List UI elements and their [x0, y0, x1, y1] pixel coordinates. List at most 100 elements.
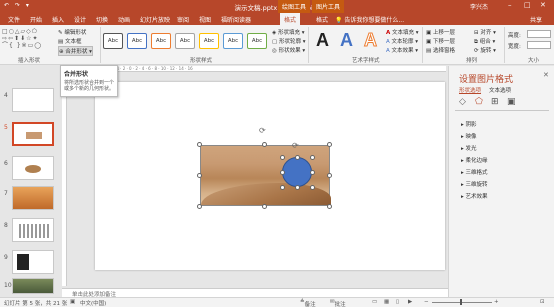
effects-icon[interactable]: ⬠ [475, 97, 483, 107]
section-3d-format[interactable]: ▸ 三维格式 [461, 168, 488, 176]
tab-file[interactable]: 文件 [8, 15, 20, 24]
height-input[interactable] [527, 30, 551, 38]
style-swatch-2[interactable]: Abc [127, 33, 147, 49]
edit-shape-button[interactable]: ✎ 编辑形状 [58, 28, 86, 36]
reading-view-icon[interactable]: ▯ [396, 299, 399, 305]
section-shadow[interactable]: ▸ 阴影 [461, 120, 477, 128]
selection-pane-button[interactable]: ▤ 选择窗格 [426, 46, 455, 54]
slide-thumbnail[interactable] [12, 186, 54, 210]
style-swatch-1[interactable]: Abc [103, 33, 123, 49]
shapes-gallery[interactable]: □○△▱◇⬠ ⇨⇦⬆⬇☆✦ ⌒{ }※▭◯ [2, 28, 54, 54]
tab-view[interactable]: 视图 [199, 15, 211, 24]
wordart-style-orange[interactable]: A [364, 30, 378, 51]
blue-circle-shape[interactable] [282, 157, 312, 187]
zoom-slider[interactable] [432, 302, 492, 303]
tab-transitions[interactable]: 切换 [96, 15, 108, 24]
wordart-style-black[interactable]: A [316, 30, 329, 51]
tab-text-options[interactable]: 文本选项 [489, 86, 511, 94]
section-artistic-effects[interactable]: ▸ 艺术效果 [461, 192, 488, 200]
bring-forward-button[interactable]: ▣ 上移一层 [426, 28, 455, 36]
fit-to-window-icon[interactable]: ⊡ [540, 299, 545, 305]
shape-outline-button[interactable]: ▢ 形状轮廓 ▾ [272, 37, 305, 45]
minimize-icon[interactable]: – [508, 1, 512, 9]
merge-shapes-button[interactable]: ⊕ 合并形状 ▾ [58, 46, 93, 56]
section-reflection[interactable]: ▸ 映像 [461, 132, 477, 140]
slide-thumbnail[interactable] [12, 218, 54, 242]
normal-view-icon[interactable]: ▭ [372, 299, 377, 305]
tab-format-picture[interactable]: 格式 [316, 15, 328, 24]
section-soft-edges[interactable]: ▸ 柔化边缘 [461, 156, 488, 164]
section-glow[interactable]: ▸ 发光 [461, 144, 477, 152]
picture-icon[interactable]: ▣ [507, 97, 516, 107]
zoom-in-icon[interactable]: + [494, 299, 499, 305]
tab-design[interactable]: 设计 [74, 15, 86, 24]
resize-handle[interactable] [295, 185, 300, 190]
style-swatch-7[interactable]: Abc [247, 33, 267, 49]
resize-handle[interactable] [327, 142, 332, 147]
rotate-button[interactable]: ⟳ 旋转 ▾ [474, 46, 496, 54]
text-fill-button[interactable]: A 文本填充 ▾ [386, 28, 419, 36]
resize-handle[interactable] [197, 204, 202, 209]
shape-fill-button[interactable]: ◈ 形状填充 ▾ [272, 28, 305, 36]
resize-handle[interactable] [197, 173, 202, 178]
language-status[interactable]: 中文(中国) [80, 299, 106, 307]
resize-handle[interactable] [327, 173, 332, 178]
tab-shape-options[interactable]: 形状选项 [459, 86, 481, 94]
slide-sorter-icon[interactable]: ▦ [384, 299, 389, 305]
resize-handle[interactable] [280, 185, 285, 190]
resize-handle[interactable] [310, 155, 315, 160]
group-button[interactable]: ⧉ 组合 ▾ [474, 37, 495, 46]
notes-toggle[interactable]: ≙ 备注 [300, 299, 316, 307]
slide-thumbnail[interactable] [12, 250, 54, 274]
resize-handle[interactable] [280, 170, 285, 175]
slide-thumbnail[interactable] [12, 278, 54, 294]
tell-me-search[interactable]: 💡 告诉我你想要做什么... [335, 15, 404, 24]
shape-effects-button[interactable]: ◎ 形状效果 ▾ [272, 46, 305, 54]
style-swatch-3[interactable]: Abc [151, 33, 171, 49]
notes-pane[interactable]: 单击此处添加备注 [62, 288, 448, 298]
rotate-handle-icon[interactable]: ⟳ [259, 126, 266, 135]
slideshow-icon[interactable]: ▶ [408, 299, 412, 305]
align-button[interactable]: ⊟ 对齐 ▾ [474, 28, 496, 36]
tab-slideshow[interactable]: 幻灯片放映 [140, 15, 170, 24]
tab-foxit[interactable]: 福昕阅读器 [221, 15, 251, 24]
share-button[interactable]: 共享 [530, 15, 542, 24]
spellcheck-icon[interactable]: ▣ [70, 299, 75, 305]
comments-toggle[interactable]: ✉ 批注 [330, 299, 346, 307]
send-backward-button[interactable]: ▣ 下移一层 [426, 37, 455, 45]
style-swatch-4[interactable]: Abc [175, 33, 195, 49]
slide-thumbnail-selected[interactable] [12, 122, 54, 146]
resize-handle[interactable] [327, 204, 332, 209]
resize-handle[interactable] [262, 142, 267, 147]
size-properties-icon[interactable]: ⊞ [491, 97, 499, 107]
resize-handle[interactable] [280, 155, 285, 160]
rotate-handle-icon[interactable]: ⟳ [292, 141, 299, 150]
tab-format-drawing[interactable]: 格式 [280, 13, 301, 25]
user-name[interactable]: 李兴杰 [470, 2, 488, 11]
resize-handle[interactable] [310, 170, 315, 175]
close-icon[interactable]: ✕ [543, 71, 549, 79]
zoom-out-icon[interactable]: − [424, 299, 429, 305]
tab-animations[interactable]: 动画 [118, 15, 130, 24]
resize-handle[interactable] [310, 185, 315, 190]
wordart-style-blue[interactable]: A [340, 30, 353, 51]
text-outline-button[interactable]: A 文本轮廓 ▾ [386, 37, 418, 45]
style-swatch-5[interactable]: Abc [199, 33, 219, 49]
slide-thumbnail[interactable] [12, 88, 54, 112]
close-icon[interactable]: ✕ [540, 1, 546, 9]
width-input[interactable] [527, 41, 551, 49]
tab-insert[interactable]: 插入 [52, 15, 64, 24]
textbox-button[interactable]: ▤ 文本框 [58, 37, 81, 45]
resize-handle[interactable] [197, 142, 202, 147]
maximize-icon[interactable]: □ [524, 1, 531, 9]
resize-handle[interactable] [295, 155, 300, 160]
section-3d-rotation[interactable]: ▸ 三维旋转 [461, 180, 488, 188]
style-swatch-6[interactable]: Abc [223, 33, 243, 49]
zoom-slider-thumb[interactable] [460, 299, 462, 305]
fill-line-icon[interactable]: ◇ [459, 97, 466, 107]
tab-home[interactable]: 开始 [30, 15, 42, 24]
resize-handle[interactable] [262, 204, 267, 209]
slide-thumbnail[interactable] [12, 156, 54, 180]
text-effects-button[interactable]: A 文本效果 ▾ [386, 46, 418, 54]
tab-review[interactable]: 审阅 [177, 15, 189, 24]
